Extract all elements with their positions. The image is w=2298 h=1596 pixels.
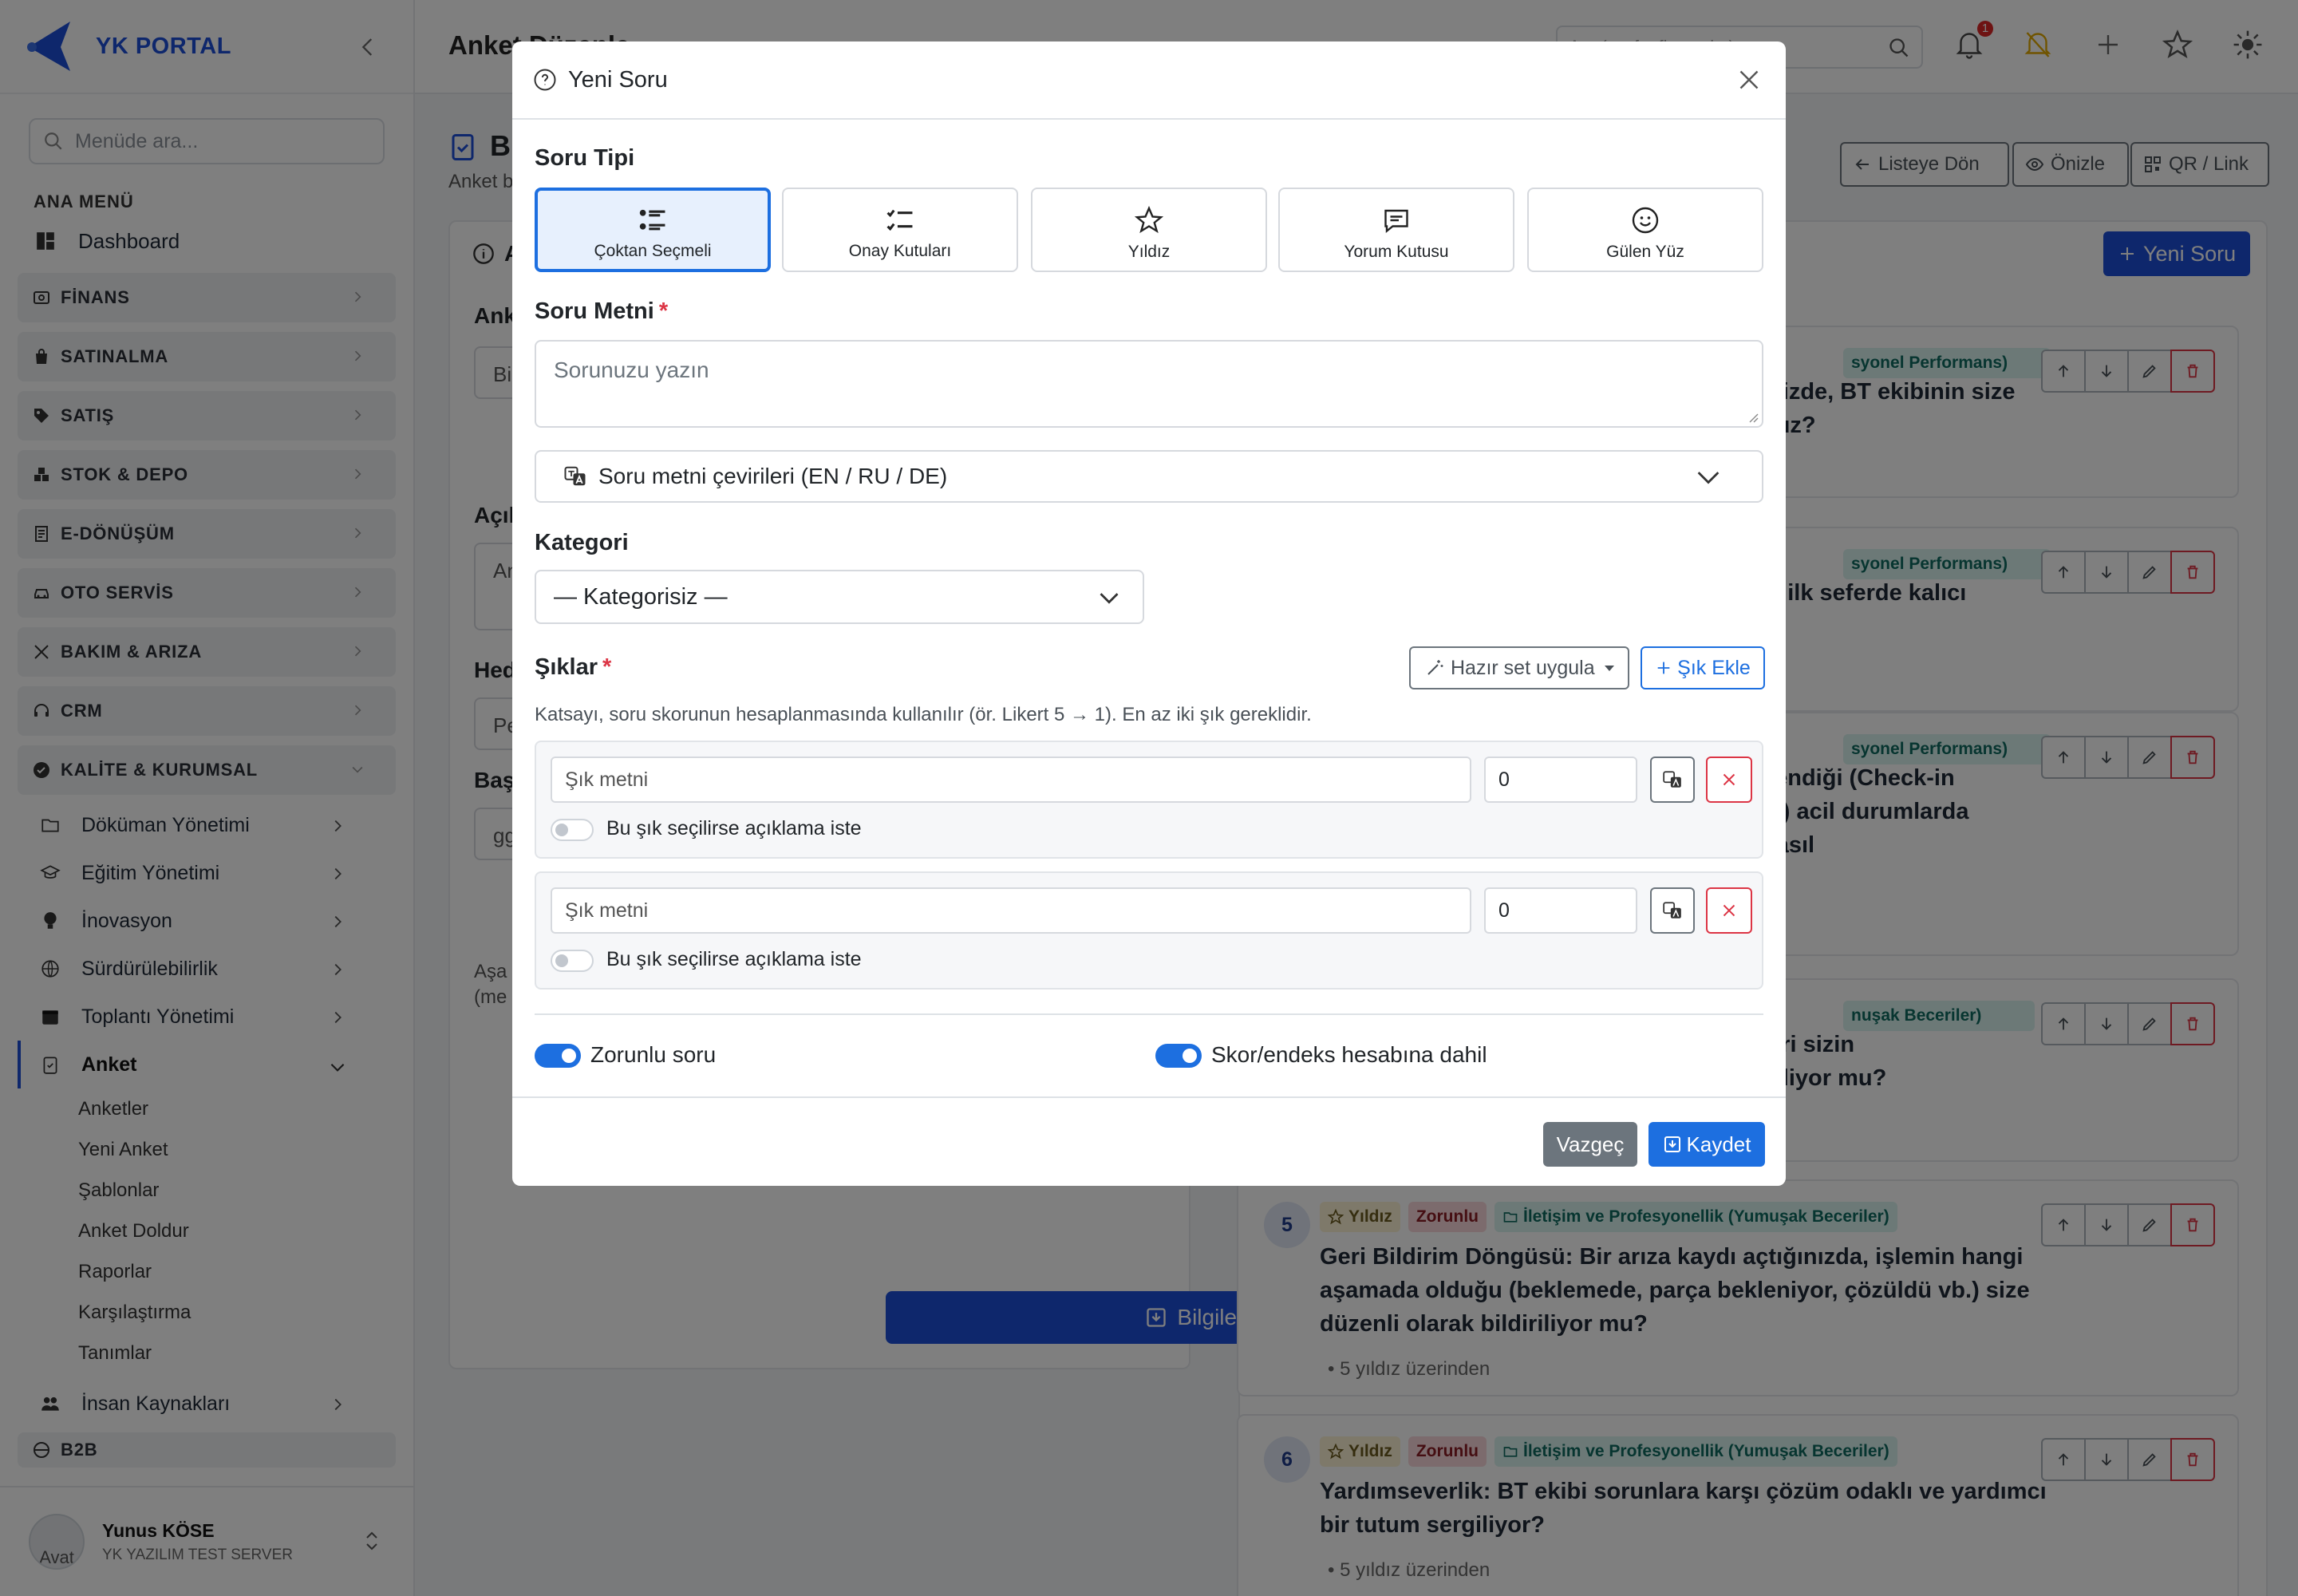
chat-icon (1381, 206, 1412, 235)
translate-icon (1662, 769, 1683, 790)
score-toggle[interactable] (1155, 1044, 1202, 1068)
score-toggle-label: Skor/endeks hesabına dahil (1211, 1042, 1487, 1067)
option-text-input[interactable]: Şık metni (551, 757, 1471, 803)
type-label: Çoktan Seçmeli (594, 242, 712, 260)
option-coefficient-input[interactable]: 0 (1484, 887, 1637, 934)
option-placeholder: Şık metni (565, 768, 649, 791)
category-select[interactable]: — Kategorisiz — (535, 570, 1144, 624)
resize-handle-icon[interactable] (1746, 410, 1759, 423)
question-text-input[interactable]: Sorunuzu yazın (535, 340, 1763, 428)
preset-label: Hazır set uygula (1451, 656, 1595, 679)
cancel-button[interactable]: Vazgeç (1543, 1122, 1637, 1167)
option-placeholder: Şık metni (565, 899, 649, 922)
category-selected-value: — Kategorisiz — (554, 583, 728, 610)
save-button[interactable]: Kaydet (1648, 1122, 1765, 1167)
chevron-down-icon (1695, 469, 1722, 487)
star-icon (1134, 206, 1164, 235)
option-row: Şık metni 0 Bu şık seçilirse açıklama is… (535, 741, 1763, 859)
label-text: Soru Metni (535, 298, 654, 324)
option-remove-button[interactable] (1706, 757, 1752, 803)
close-icon (1719, 769, 1739, 790)
translations-label: Soru metni çevirileri (EN / RU / DE) (598, 464, 948, 488)
button-label: Şık Ekle (1677, 656, 1751, 679)
save-icon (1663, 1135, 1682, 1154)
question-text-placeholder: Sorunuzu yazın (554, 358, 709, 382)
translate-icon (1662, 900, 1683, 921)
modal-title: Yeni Soru (568, 66, 668, 93)
apply-preset-dropdown[interactable]: Hazır set uygula (1409, 646, 1629, 689)
type-label: Onay Kutuları (848, 242, 952, 260)
translations-accordion[interactable]: Soru metni çevirileri (EN / RU / DE) (535, 450, 1763, 503)
close-icon[interactable] (1735, 65, 1763, 94)
label-text: Şıklar (535, 654, 598, 680)
modal-footer-divider (512, 1096, 1786, 1098)
option-row: Şık metni 0 Bu şık seçilirse açıklama is… (535, 871, 1763, 990)
chevron-down-icon (1098, 591, 1120, 606)
new-question-modal: Yeni Soru Soru Tipi Çoktan Seçmeli Onay … (512, 41, 1786, 1186)
option-translate-button[interactable] (1650, 757, 1695, 803)
type-label: Gülen Yüz (1606, 243, 1684, 261)
type-label: Yorum Kutusu (1344, 243, 1449, 261)
type-multiple-choice-button[interactable]: Çoktan Seçmeli (535, 188, 771, 272)
button-label: Kaydet (1686, 1132, 1751, 1156)
list-check-icon (638, 207, 668, 234)
options-label: Şıklar * (535, 654, 611, 681)
smile-icon (1630, 206, 1660, 235)
explain-toggle[interactable] (551, 819, 594, 841)
question-type-label: Soru Tipi (535, 145, 635, 171)
option-text-input[interactable]: Şık metni (551, 887, 1471, 934)
divider (535, 1013, 1763, 1015)
options-hint: Katsayı, soru skorunun hesaplanmasında k… (535, 704, 1312, 725)
translate-icon (563, 464, 587, 488)
required-toggle-label: Zorunlu soru (590, 1042, 717, 1067)
option-remove-button[interactable] (1706, 887, 1752, 934)
required-mark: * (658, 298, 669, 324)
explain-toggle-label: Bu şık seçilirse açıklama iste (606, 948, 862, 970)
type-star-button[interactable]: Yıldız (1031, 188, 1267, 272)
magic-wand-icon (1425, 658, 1444, 678)
add-option-button[interactable]: Şık Ekle (1641, 646, 1765, 689)
caret-down-icon (1604, 665, 1614, 671)
explain-toggle-label: Bu şık seçilirse açıklama iste (606, 817, 862, 839)
type-comment-button[interactable]: Yorum Kutusu (1278, 188, 1514, 272)
explain-toggle[interactable] (551, 950, 594, 972)
type-label: Yıldız (1127, 243, 1171, 261)
plus-icon (1655, 659, 1672, 677)
question-text-label: Soru Metni * (535, 298, 668, 325)
type-smiley-button[interactable]: Gülen Yüz (1527, 188, 1763, 272)
checklist-icon (885, 207, 915, 234)
question-circle-icon (533, 68, 557, 92)
modal-header: Yeni Soru (512, 41, 1786, 120)
category-label: Kategori (535, 530, 629, 555)
option-coefficient-input[interactable]: 0 (1484, 757, 1637, 803)
type-checkboxes-button[interactable]: Onay Kutuları (782, 188, 1018, 272)
close-icon (1719, 900, 1739, 921)
required-mark: * (602, 654, 612, 680)
option-translate-button[interactable] (1650, 887, 1695, 934)
required-toggle[interactable] (535, 1044, 581, 1068)
